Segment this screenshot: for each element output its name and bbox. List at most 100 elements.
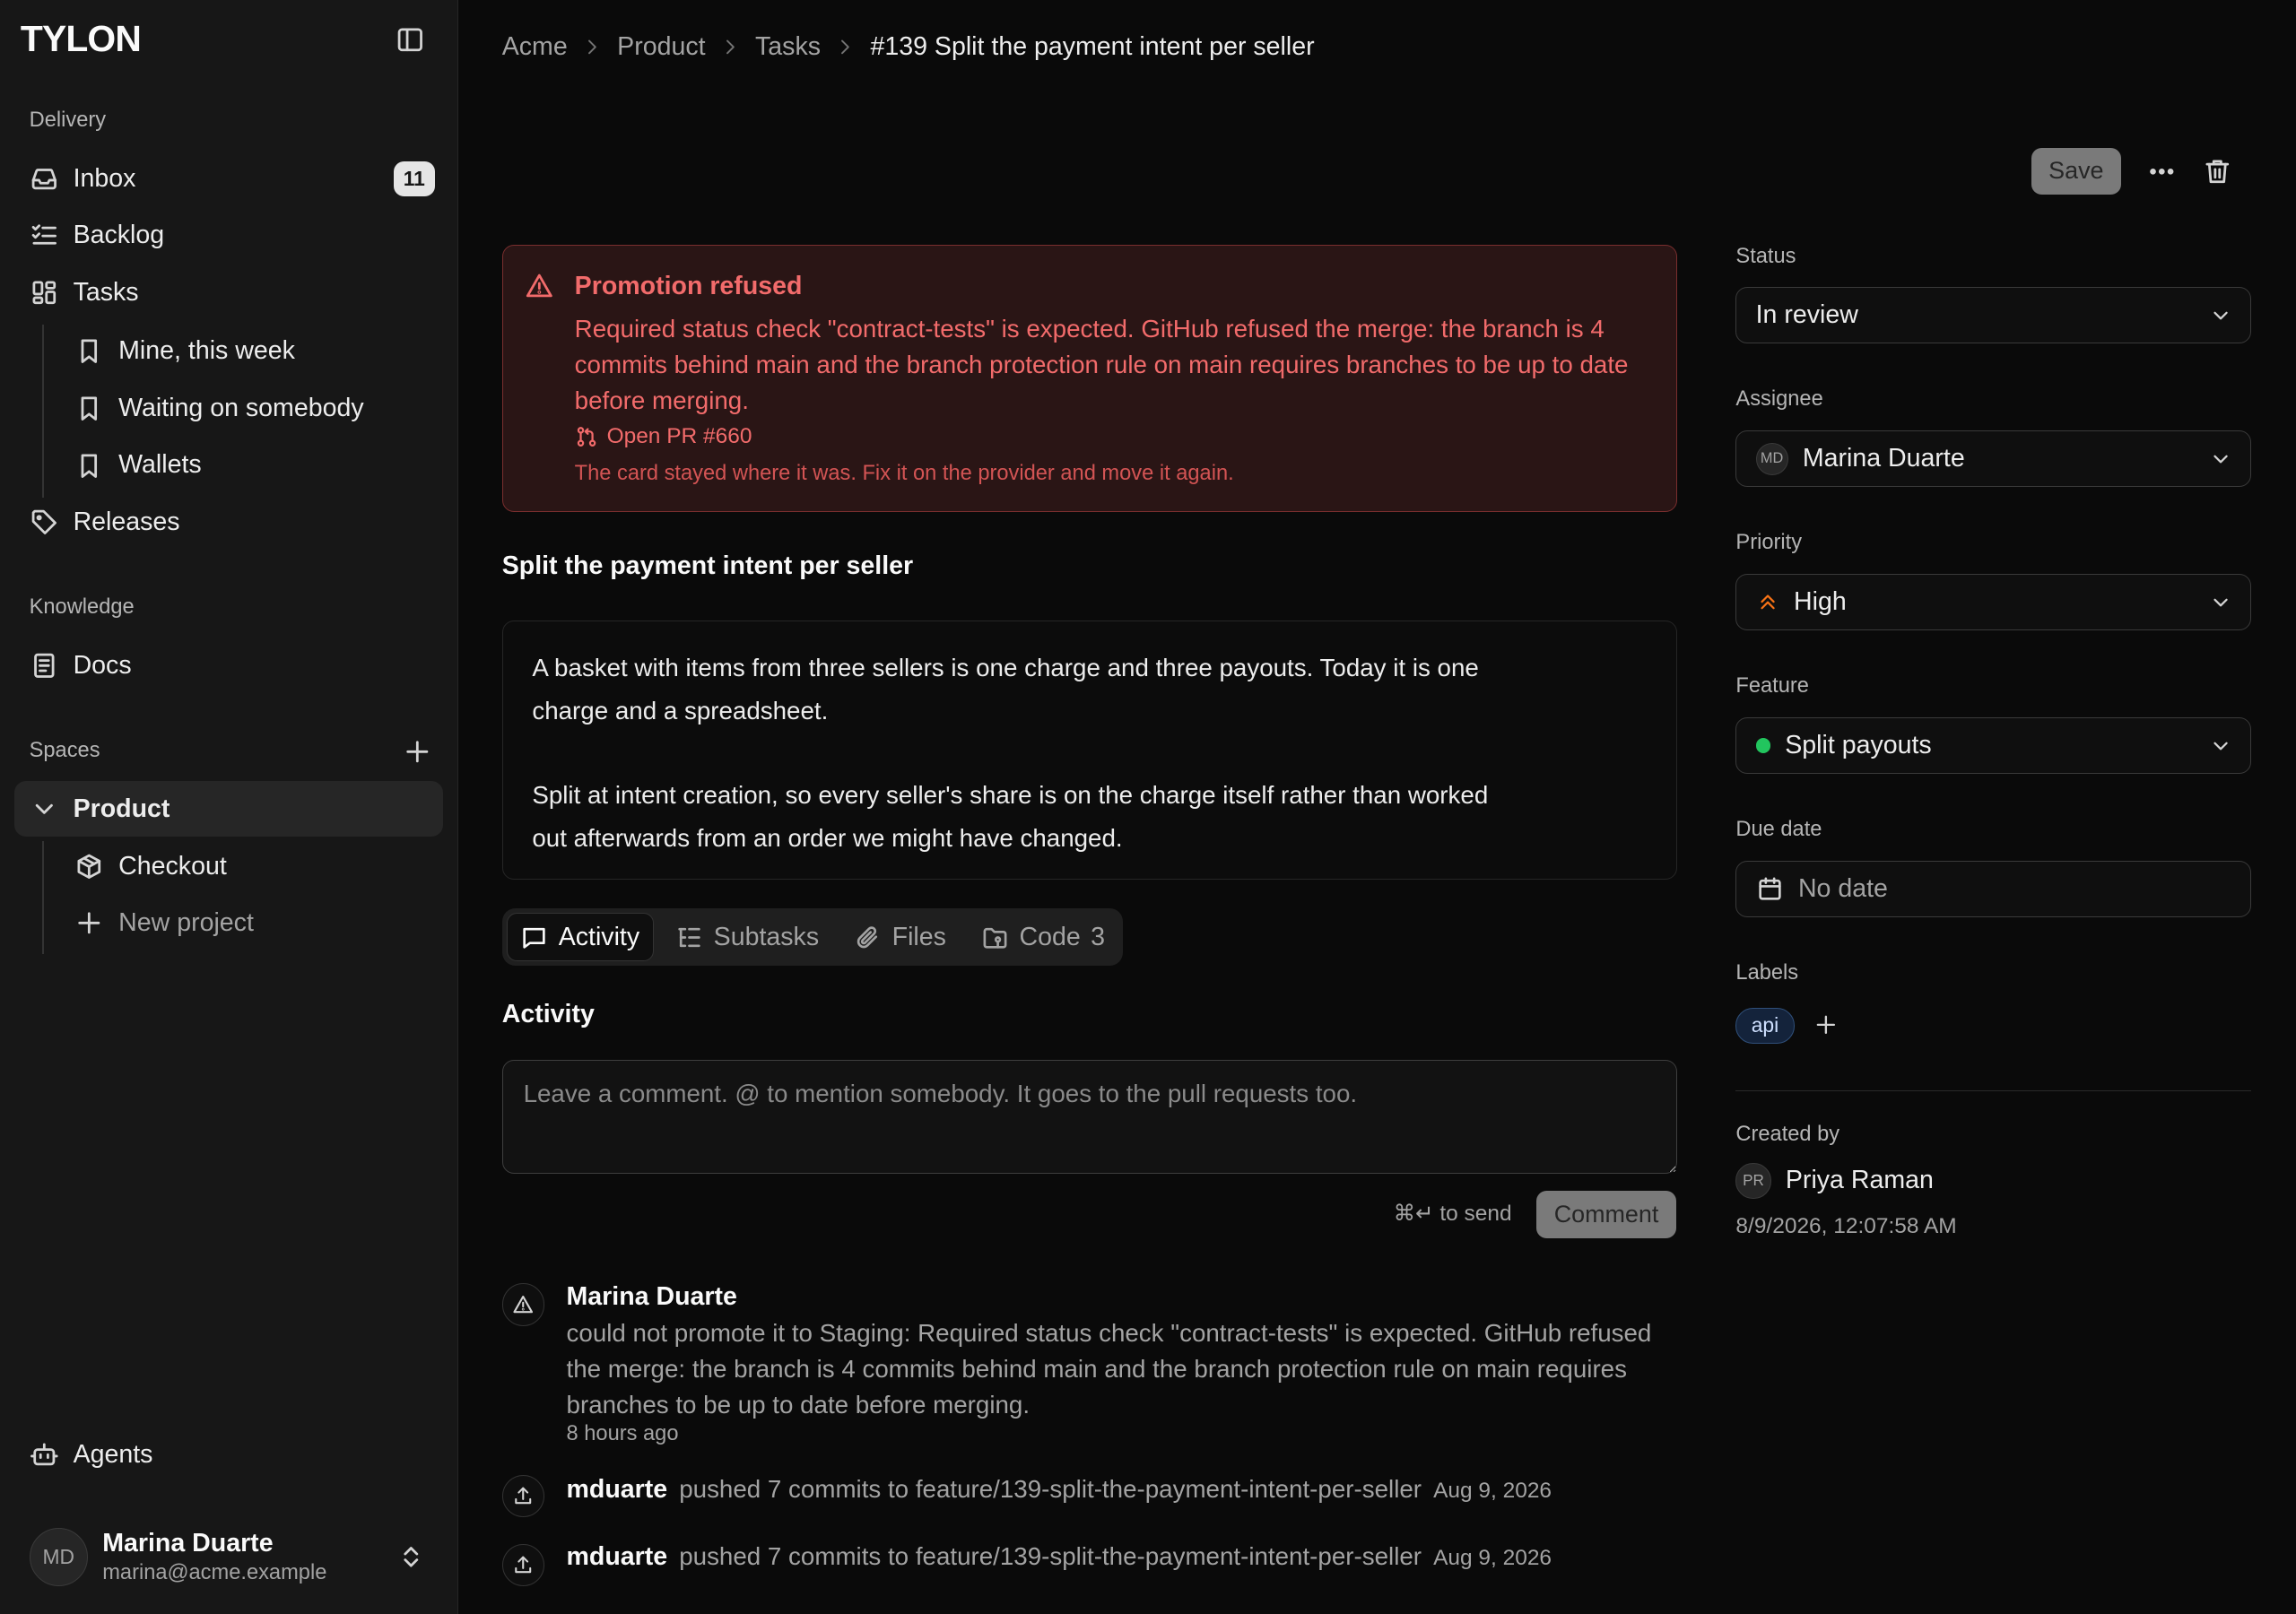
toolbar: Save xyxy=(2031,147,2232,195)
comment-input[interactable] xyxy=(501,1059,1678,1174)
sidebar-view-mine-this-week[interactable]: Mine, this week xyxy=(60,324,444,379)
bookmark-icon xyxy=(81,339,98,364)
sidebar-item-releases[interactable]: Releases xyxy=(14,495,443,551)
task-title[interactable]: Split the payment intent per seller xyxy=(502,551,913,581)
tab-files[interactable]: Files xyxy=(841,913,960,961)
delete-button[interactable] xyxy=(2203,157,2232,187)
sidebar-project-checkout[interactable]: Checkout xyxy=(60,838,444,894)
alert-title: Promotion refused xyxy=(574,271,803,300)
description-paragraph: Split at intent creation, so every selle… xyxy=(532,780,1489,852)
activity-author[interactable]: Marina Duarte xyxy=(567,1282,737,1312)
tree-guide-line xyxy=(42,841,44,954)
alert-note: The card stayed where it was. Fix it on … xyxy=(574,462,1234,486)
tab-label: Subtasks xyxy=(713,922,820,951)
sidebar-item-label: Wallets xyxy=(118,450,202,480)
label-chip-api[interactable]: api xyxy=(1735,1008,1795,1044)
warning-icon xyxy=(513,1295,534,1313)
created-at: 8/9/2026, 12:07:58 AM xyxy=(1735,1214,1957,1239)
push-event: mduarte pushed 7 commits to feature/139-… xyxy=(567,1475,1552,1505)
alert-body: Required status check "contract-tests" i… xyxy=(574,314,1629,414)
due-date-picker[interactable]: No date xyxy=(1735,860,2251,918)
add-space-button[interactable] xyxy=(403,737,432,767)
chevron-down-icon xyxy=(2213,742,2228,750)
description-paragraph: A basket with items from three sellers i… xyxy=(532,653,1479,725)
assignee-select[interactable]: MD Marina Duarte xyxy=(1735,430,2251,488)
git-pull-request-icon xyxy=(577,426,596,447)
chevron-right-icon xyxy=(726,39,735,55)
avatar: PR xyxy=(1735,1163,1771,1199)
open-pr-link[interactable]: Open PR #660 xyxy=(575,424,752,449)
assignee-value: Marina Duarte xyxy=(1802,444,1965,473)
tab-label: Code xyxy=(1019,922,1081,951)
breadcrumb: Acme Product Tasks #139 Split the paymen… xyxy=(502,32,1315,62)
tab-activity[interactable]: Activity xyxy=(506,913,654,962)
feature-label: Feature xyxy=(1735,674,1809,699)
created-by-label: Created by xyxy=(1735,1122,1840,1146)
sidebar-item-agents[interactable]: Agents xyxy=(14,1427,443,1482)
push-event: mduarte pushed 7 commits to feature/139-… xyxy=(567,1542,1552,1572)
feature-select[interactable]: Split payouts xyxy=(1735,716,2251,775)
breadcrumb-item-tasks[interactable]: Tasks xyxy=(755,32,821,62)
plus-icon xyxy=(406,741,429,763)
due-date-label: Due date xyxy=(1735,818,1822,842)
sidebar-item-label: Releases xyxy=(73,508,180,537)
push-date: Aug 9, 2026 xyxy=(1433,1478,1552,1503)
activity-time: 8 hours ago xyxy=(566,1422,679,1446)
activity-event-icon xyxy=(501,1283,545,1326)
status-select[interactable]: In review xyxy=(1735,286,2251,344)
sidebar: TYLON Delivery Inbox 11 Backlog Tasks Mi… xyxy=(0,0,458,1614)
promotion-refused-alert: Promotion refused Required status check … xyxy=(501,244,1678,513)
status-value: In review xyxy=(1755,300,1858,330)
user-info: Marina Duarte marina@acme.example xyxy=(102,1529,326,1585)
sidebar-item-docs[interactable]: Docs xyxy=(14,638,443,694)
activity-text: could not promote it to Staging: Require… xyxy=(566,1319,1652,1419)
list-checks-icon xyxy=(31,224,57,246)
avatar: MD xyxy=(1755,442,1788,475)
breadcrumb-item-product[interactable]: Product xyxy=(617,32,705,62)
sidebar-item-tasks[interactable]: Tasks xyxy=(14,265,443,320)
sidebar-toggle-button[interactable] xyxy=(396,25,425,55)
sidebar-item-backlog[interactable]: Backlog xyxy=(14,208,443,264)
document-icon xyxy=(33,653,55,679)
task-tabs: Activity Subtasks Files Code 3 xyxy=(501,908,1123,967)
sidebar-view-waiting-on-somebody[interactable]: Waiting on somebody xyxy=(60,380,444,436)
plus-icon xyxy=(1816,1015,1835,1035)
creator: PR Priya Raman xyxy=(1735,1163,1934,1199)
sidebar-view-wallets[interactable]: Wallets xyxy=(60,438,444,493)
push-text: pushed 7 commits to feature/139-split-th… xyxy=(679,1542,1422,1571)
tree-guide-line xyxy=(42,325,44,498)
upload-icon xyxy=(515,1488,532,1505)
assignee-label: Assignee xyxy=(1735,387,1823,412)
push-text: pushed 7 commits to feature/139-split-th… xyxy=(679,1474,1422,1503)
tab-code[interactable]: Code 3 xyxy=(968,913,1118,961)
due-date-value: No date xyxy=(1797,873,1888,903)
trash-icon xyxy=(2205,160,2230,183)
folder-git-icon xyxy=(983,927,1007,949)
bot-icon xyxy=(30,1443,58,1466)
priority-select[interactable]: High xyxy=(1735,573,2251,631)
priority-value: High xyxy=(1794,587,1847,617)
sidebar-item-label: Waiting on somebody xyxy=(118,393,364,422)
task-description[interactable]: A basket with items from three sellers i… xyxy=(501,620,1678,880)
sidebar-space-product[interactable]: Product xyxy=(14,781,444,837)
user-menu[interactable]: MD Marina Duarte marina@acme.example xyxy=(14,1516,443,1598)
comment-button[interactable]: Comment xyxy=(1536,1191,1676,1238)
push-user[interactable]: mduarte xyxy=(567,1542,668,1572)
tab-label: Activity xyxy=(558,922,640,951)
sidebar-item-inbox[interactable]: Inbox 11 xyxy=(14,151,443,206)
breadcrumb-item-acme[interactable]: Acme xyxy=(502,32,568,62)
section-label-knowledge: Knowledge xyxy=(29,595,135,620)
more-button[interactable] xyxy=(2147,157,2177,187)
app-logo: TYLON xyxy=(20,17,142,59)
paperclip-icon xyxy=(857,926,878,949)
warning-icon xyxy=(526,273,552,298)
push-user[interactable]: mduarte xyxy=(567,1475,668,1505)
add-label-button[interactable] xyxy=(1813,1012,1839,1037)
user-email: marina@acme.example xyxy=(102,1560,327,1584)
sidebar-item-label: Inbox xyxy=(73,163,136,193)
bookmark-icon xyxy=(81,396,98,421)
new-project-button[interactable]: New project xyxy=(60,896,444,951)
save-button[interactable]: Save xyxy=(2031,147,2121,195)
tab-subtasks[interactable]: Subtasks xyxy=(663,913,832,961)
sidebar-item-label: Tasks xyxy=(73,277,139,307)
